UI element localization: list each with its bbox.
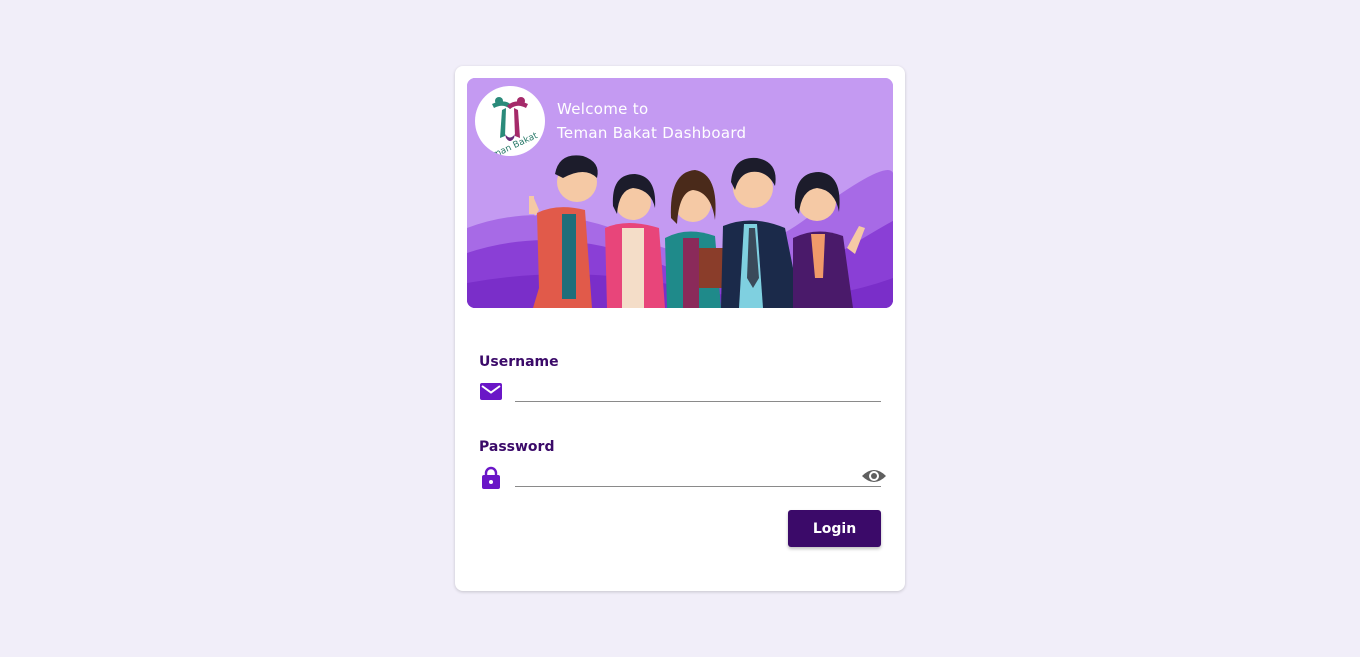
login-card: Teman Bakat Welcome to Teman Bakat Dashb… bbox=[455, 66, 905, 591]
welcome-line-2: Teman Bakat Dashboard bbox=[557, 124, 747, 142]
password-input[interactable] bbox=[515, 462, 881, 487]
welcome-banner: Teman Bakat Welcome to Teman Bakat Dashb… bbox=[467, 78, 893, 308]
username-label: Username bbox=[479, 354, 559, 370]
password-label: Password bbox=[479, 439, 555, 455]
teman-bakat-logo: Teman Bakat bbox=[475, 86, 545, 156]
eye-icon[interactable] bbox=[861, 466, 887, 486]
welcome-line-1: Welcome to bbox=[557, 100, 649, 118]
welcome-text: Welcome to Teman Bakat Dashboard bbox=[557, 97, 746, 145]
username-input[interactable] bbox=[515, 377, 881, 402]
mail-icon bbox=[479, 381, 503, 405]
lock-icon bbox=[479, 466, 503, 490]
login-button[interactable]: Login bbox=[788, 510, 881, 547]
